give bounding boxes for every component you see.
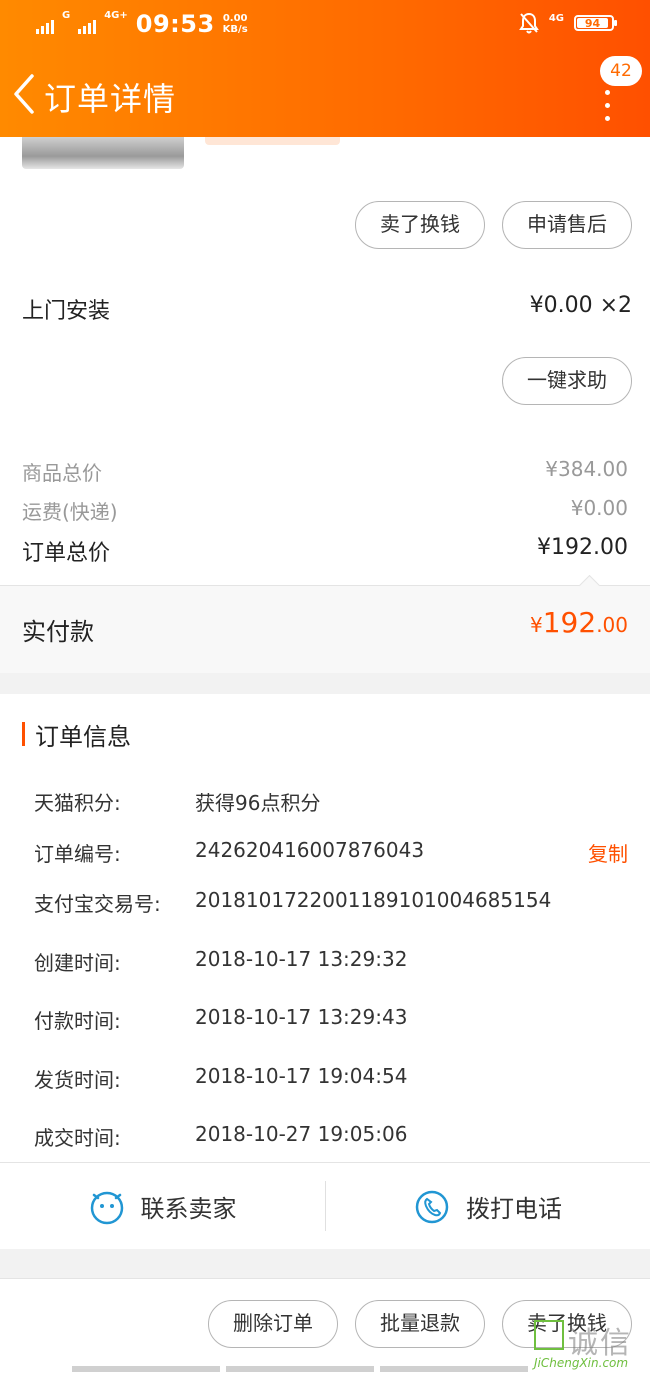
info-label-created: 创建时间: xyxy=(34,951,121,975)
goods-total-label: 商品总价 xyxy=(22,461,102,485)
watermark-logo-icon xyxy=(534,1320,564,1350)
signal-icon xyxy=(36,14,54,34)
site-watermark: 诚信 JiChengXin.com xyxy=(534,1318,650,1372)
info-label-paid: 付款时间: xyxy=(34,1009,121,1033)
shipping-label: 运费(快递) xyxy=(22,500,118,524)
network-type-g: G xyxy=(62,10,71,21)
section-accent-bar xyxy=(22,722,25,746)
call-phone-button[interactable]: 拨打电话 xyxy=(326,1163,650,1250)
amount-paid-row: 实付款 ¥192.00 xyxy=(0,574,650,673)
info-value-order-no: 242620416007876043 xyxy=(195,838,425,862)
order-total-value: ¥192.00 xyxy=(537,535,628,560)
info-label-shipped: 发货时间: xyxy=(34,1068,121,1092)
install-service-price: ¥0.00 ×2 xyxy=(529,293,632,318)
info-value-completed: 2018-10-27 19:05:06 xyxy=(195,1122,408,1146)
more-menu-icon[interactable] xyxy=(603,90,611,126)
signal-icon-2 xyxy=(78,14,97,34)
copy-order-no-button[interactable]: 复制 xyxy=(588,838,628,867)
amount-paid-label: 实付款 xyxy=(22,618,94,646)
info-label-completed: 成交时间: xyxy=(34,1126,121,1150)
mute-bell-icon xyxy=(518,12,539,34)
info-value-alipay-no: 2018101722001189101004685154 xyxy=(195,888,552,912)
caret-pointer xyxy=(578,574,601,597)
phone-icon xyxy=(415,1190,449,1223)
info-value-paid: 2018-10-17 13:29:43 xyxy=(195,1005,408,1029)
amount-paid-value: ¥192.00 xyxy=(530,606,628,639)
order-summary-card: 卖了换钱 申请售后 上门安装 ¥0.00 ×2 一键求助 商品总价 ¥384.0… xyxy=(0,137,650,673)
chat-face-icon xyxy=(90,1191,123,1224)
order-info-heading: 订单信息 xyxy=(22,722,131,751)
sell-for-cash-button[interactable]: 卖了换钱 xyxy=(355,201,485,249)
contact-actions: 联系卖家 拨打电话 xyxy=(0,1162,650,1250)
info-label-alipay-no: 支付宝交易号: xyxy=(34,892,161,916)
page-title: 订单详情 xyxy=(44,80,177,118)
install-service-label: 上门安装 xyxy=(22,299,111,324)
info-label-order-no: 订单编号: xyxy=(34,842,121,866)
product-thumbnail[interactable] xyxy=(22,137,184,169)
battery-icon: 94 xyxy=(574,15,617,31)
battery-level: 94 xyxy=(577,18,608,29)
app-header: G 4G+ 09:53 0.00 KB/s 4G 94 订单详情 42 xyxy=(0,0,650,137)
product-tag xyxy=(205,137,340,145)
goods-total-value: ¥384.00 xyxy=(545,457,628,481)
order-info-card: 订单信息 天猫积分: 获得96点积分 订单编号: 242620416007876… xyxy=(0,694,650,1249)
contact-seller-button[interactable]: 联系卖家 xyxy=(0,1163,325,1250)
apply-after-sales-button[interactable]: 申请售后 xyxy=(502,201,632,249)
order-total-label: 订单总价 xyxy=(22,541,111,566)
status-time: 09:53 xyxy=(135,10,215,38)
info-value-shipped: 2018-10-17 19:04:54 xyxy=(195,1064,408,1088)
delete-order-button[interactable]: 删除订单 xyxy=(208,1300,338,1348)
info-value-created: 2018-10-17 13:29:32 xyxy=(195,947,408,971)
one-click-help-button[interactable]: 一键求助 xyxy=(502,357,632,405)
back-arrow-icon[interactable] xyxy=(10,72,40,116)
shipping-value: ¥0.00 xyxy=(570,496,628,520)
status-bar: G 4G+ 09:53 0.00 KB/s 4G 94 xyxy=(0,0,650,50)
nav-bar: 订单详情 42 xyxy=(0,56,650,134)
message-count-badge[interactable]: 42 xyxy=(600,56,642,86)
network-type-4g: 4G+ xyxy=(104,10,128,21)
network-speed: 0.00 KB/s xyxy=(222,13,248,35)
info-label-points: 天猫积分: xyxy=(34,791,121,815)
batch-refund-button[interactable]: 批量退款 xyxy=(355,1300,485,1348)
info-value-points: 获得96点积分 xyxy=(195,791,321,815)
network-type-right: 4G xyxy=(548,13,564,24)
page-indicator xyxy=(72,1366,528,1372)
